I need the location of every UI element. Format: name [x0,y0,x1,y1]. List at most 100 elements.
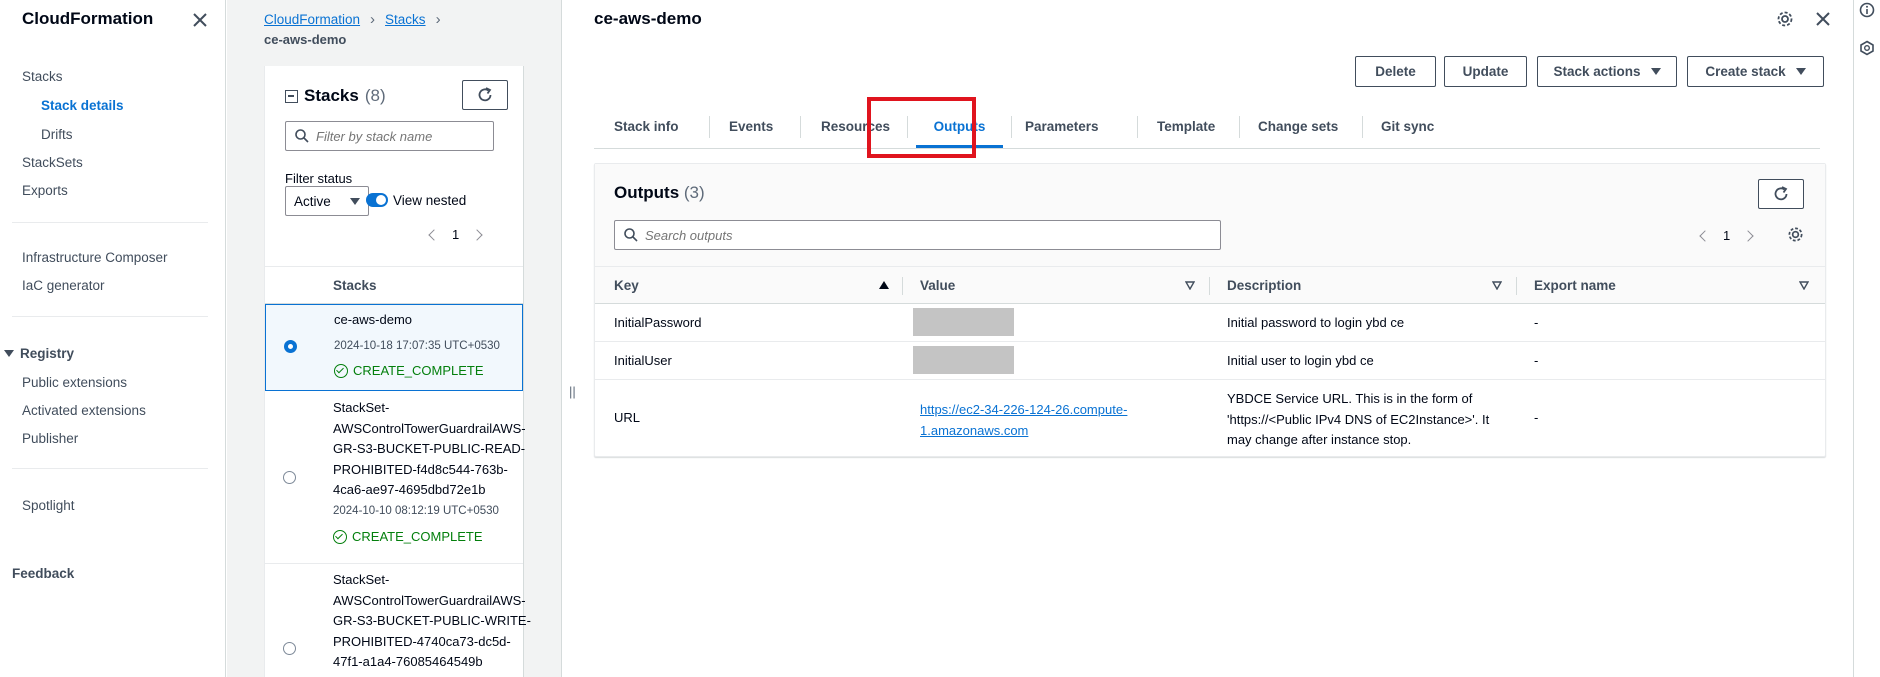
breadcrumb-stacks[interactable]: Stacks [385,12,426,27]
filter-status-value: Active [294,193,331,209]
stack-name: StackSet- AWSControlTowerGuardrailAWS- G… [333,398,526,501]
close-icon[interactable] [190,10,210,30]
tab-change-sets[interactable]: Change sets [1258,104,1338,148]
next-page-icon[interactable] [1742,229,1754,242]
tab-divider [907,116,908,138]
breadcrumb: CloudFormation › Stacks › [264,11,441,28]
nav-item-activated-extensions[interactable]: Activated extensions [22,403,146,418]
page-title: ce-aws-demo [594,9,702,28]
sort-icon[interactable] [1799,281,1809,290]
description-line: YBDCE Service URL. This is in the form o… [1227,391,1473,406]
nav-divider [12,222,208,223]
stack-name: ce-aws-demo [334,310,412,331]
tab-git-sync[interactable]: Git sync [1381,104,1434,148]
breadcrumb-cloudformation[interactable]: CloudFormation [264,12,360,27]
stack-status-text: CREATE_COMPLETE [353,363,484,378]
filter-status-label: Filter status [285,171,353,186]
create-stack-label: Create stack [1705,64,1786,79]
nav-item-feedback[interactable]: Feedback [12,566,74,581]
nav-item-infrastructure-composer[interactable]: Infrastructure Composer [22,250,168,265]
column-divider[interactable] [902,277,903,295]
description-line: may change after instance stop. [1227,432,1412,447]
column-header-key[interactable]: Key [614,267,639,304]
refresh-icon [478,87,492,102]
create-stack-button[interactable]: Create stack [1687,56,1824,87]
table-preferences-icon[interactable] [1787,226,1804,243]
outputs-search-input[interactable] [645,227,1129,243]
stack-name-line: 47f1-a1a4-76085464549b [333,654,483,669]
nav-item-stacksets[interactable]: StackSets [22,155,83,170]
output-url-link[interactable]: https://ec2-34-226-124-26.compute- [920,399,1127,420]
nav-item-stacks[interactable]: Stacks [22,69,63,84]
stack-row[interactable]: StackSet- AWSControlTowerGuardrailAWS- G… [265,565,531,677]
stack-row[interactable]: StackSet- AWSControlTowerGuardrailAWS- G… [265,393,526,564]
column-divider[interactable] [1516,277,1517,295]
output-export-name: - [1534,353,1539,368]
nav-item-public-extensions[interactable]: Public extensions [22,375,127,390]
nav-item-spotlight[interactable]: Spotlight [22,498,75,513]
chevron-right-icon: › [435,11,441,28]
refresh-icon [1774,186,1788,201]
redacted-value [913,308,1014,336]
stack-name-line: AWSControlTowerGuardrailAWS- [333,592,526,608]
stack-name-line: AWSControlTowerGuardrailAWS- [333,420,526,436]
nav-title[interactable]: CloudFormation [22,9,153,29]
tab-parameters[interactable]: Parameters [1025,104,1099,148]
previous-page-icon[interactable] [428,228,440,241]
nav-item-exports[interactable]: Exports [22,183,68,198]
delete-button[interactable]: Delete [1355,56,1436,87]
stack-radio[interactable] [283,642,296,655]
view-nested-toggle[interactable] [366,193,388,207]
stack-detail-panel: ce-aws-demo Delete Update Stack actions … [563,0,1853,677]
stack-row[interactable]: ce-aws-demo 2024-10-18 17:07:35 UTC+0530… [265,304,523,391]
tab-events[interactable]: Events [729,104,773,148]
refresh-outputs-button[interactable] [1758,179,1804,209]
tab-divider [709,116,710,138]
tab-outputs[interactable]: Outputs [916,104,1003,148]
outputs-heading: Outputs (3) [614,183,705,203]
tab-template[interactable]: Template [1157,104,1215,148]
sort-icon[interactable] [1185,281,1195,290]
column-divider[interactable] [1209,277,1210,295]
previous-page-icon[interactable] [1699,229,1711,242]
stacks-pagination: 1 [428,227,483,242]
tab-resources[interactable]: Resources [821,104,890,148]
output-key: URL [614,410,641,425]
search-icon [624,228,638,242]
info-icon[interactable] [1859,2,1875,18]
output-url-link[interactable]: 1.amazonaws.com [920,420,1127,441]
column-header-description[interactable]: Description [1227,267,1301,304]
page-number[interactable]: 1 [452,227,459,242]
stack-filter-input[interactable] [316,128,482,144]
table-row: InitialPassword Initial password to logi… [595,304,1825,342]
tab-stack-info[interactable]: Stack info [614,104,679,148]
filter-status-select[interactable]: Active [285,186,369,216]
collapse-icon[interactable] [285,89,298,103]
tab-divider [800,116,801,138]
stack-actions-button[interactable]: Stack actions [1537,56,1677,87]
next-page-icon[interactable] [471,228,483,241]
stack-radio[interactable] [283,471,296,484]
column-header-export-name[interactable]: Export name [1534,267,1616,304]
description-line: 'https://<Public IPv4 DNS of EC2Instance… [1227,411,1490,427]
nav-item-publisher[interactable]: Publisher [22,431,78,446]
column-header-value[interactable]: Value [920,267,955,304]
update-button[interactable]: Update [1444,56,1527,87]
nav-section-registry[interactable]: Registry [4,346,74,361]
close-icon[interactable] [1813,9,1833,29]
nav-item-iac-generator[interactable]: IaC generator [22,278,105,293]
stack-name-line: GR-S3-BUCKET-PUBLIC-READ- [333,441,526,456]
stack-name-line: PROHIBITED-4740ca73-dc5d- [333,633,511,649]
stacks-split-panel: CloudFormation › Stacks › ce-aws-demo St… [227,0,562,677]
refresh-stacks-button[interactable] [462,80,508,110]
stack-name-line: StackSet- [333,572,390,587]
stacks-column-header[interactable]: Stacks [265,266,523,304]
stack-radio[interactable] [284,340,297,353]
nav-item-drifts[interactable]: Drifts [41,127,73,142]
security-icon[interactable] [1859,40,1875,56]
page-number[interactable]: 1 [1723,228,1730,243]
nav-item-stack-details[interactable]: Stack details [41,98,124,113]
sort-ascending-icon[interactable] [879,281,889,289]
preferences-icon[interactable] [1776,10,1794,28]
sort-icon[interactable] [1492,281,1502,290]
